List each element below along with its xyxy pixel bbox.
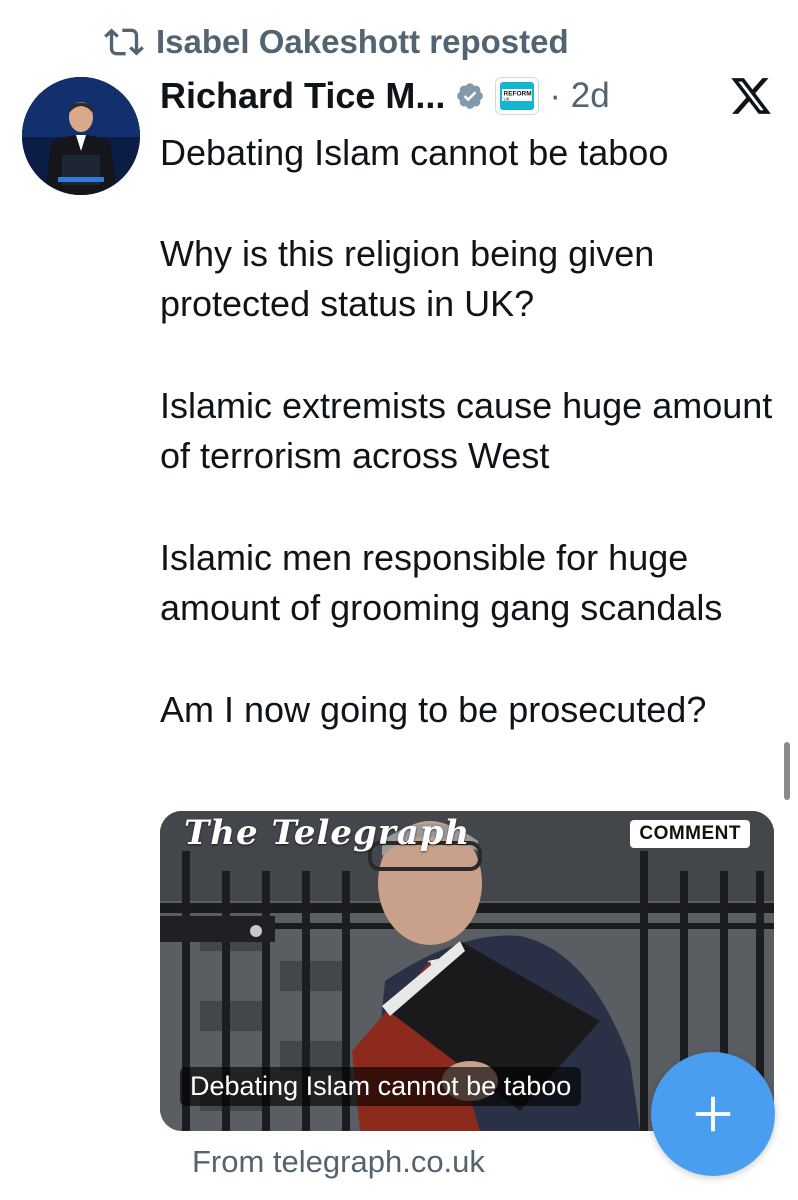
card-title: Debating Islam cannot be taboo <box>180 1067 582 1106</box>
comment-badge: COMMENT <box>630 820 750 848</box>
tweet-paragraph: Debating Islam cannot be taboo <box>160 132 669 173</box>
repost-icon <box>104 28 144 56</box>
repost-label: Isabel Oakeshott reposted <box>156 23 569 60</box>
svg-text:UK: UK <box>504 97 510 102</box>
card-source-link[interactable]: From telegraph.co.uk <box>192 1144 485 1180</box>
masthead-logo: The Telegraph <box>184 813 471 853</box>
x-logo-icon[interactable] <box>728 74 774 118</box>
timestamp[interactable]: · 2d <box>549 76 609 116</box>
tweet-paragraph: Islamic extremists cause huge amount of … <box>160 385 773 476</box>
author-name[interactable]: Richard Tice M... <box>160 75 445 117</box>
tweet-paragraph: Why is this religion being given protect… <box>160 233 655 324</box>
repost-indicator[interactable]: Isabel Oakeshott reposted <box>104 18 569 66</box>
compose-button[interactable] <box>651 1052 775 1176</box>
tweet-body: Debating Islam cannot be taboo Why is th… <box>160 128 775 787</box>
reform-uk-badge[interactable]: REFORM UK <box>495 77 540 115</box>
scrollbar[interactable] <box>784 742 790 800</box>
plus-icon <box>695 1096 731 1132</box>
verified-badge-icon <box>457 83 484 109</box>
tweet-paragraph: Am I now going to be prosecuted? <box>160 689 707 730</box>
author-avatar[interactable] <box>22 77 140 195</box>
tweet-paragraph: Islamic men responsible for huge amount … <box>160 537 723 628</box>
